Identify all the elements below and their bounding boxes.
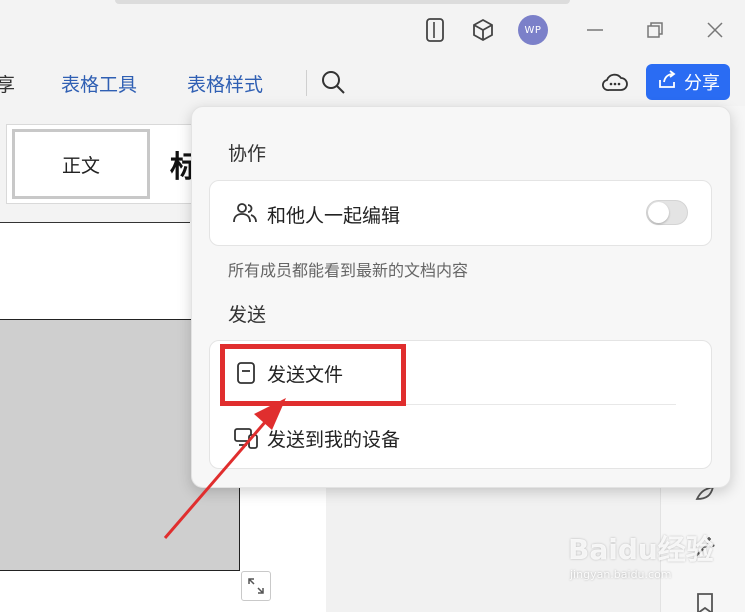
annotation-arrow [163,398,286,539]
watermark-url: jingyan.baidu.com [570,568,672,581]
watermark-logo: Baidu经验 [568,533,714,566]
